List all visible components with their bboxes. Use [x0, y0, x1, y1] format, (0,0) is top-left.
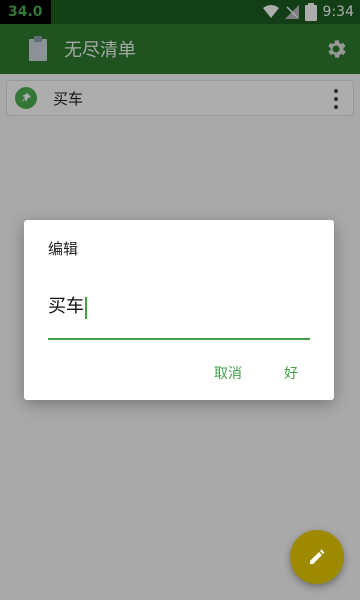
- edit-fab-button[interactable]: [290, 530, 344, 584]
- cancel-button[interactable]: 取消: [214, 362, 242, 386]
- edit-input[interactable]: 买车: [48, 292, 310, 340]
- dialog-actions: 取消 好: [214, 362, 334, 386]
- text-cursor: [85, 296, 87, 319]
- edit-icon: [310, 549, 325, 564]
- edit-dialog: 编辑 买车 取消 好: [24, 220, 334, 400]
- ok-button[interactable]: 好: [284, 362, 298, 386]
- edit-input-value: 买车: [48, 296, 84, 317]
- dialog-title: 编辑: [48, 240, 79, 258]
